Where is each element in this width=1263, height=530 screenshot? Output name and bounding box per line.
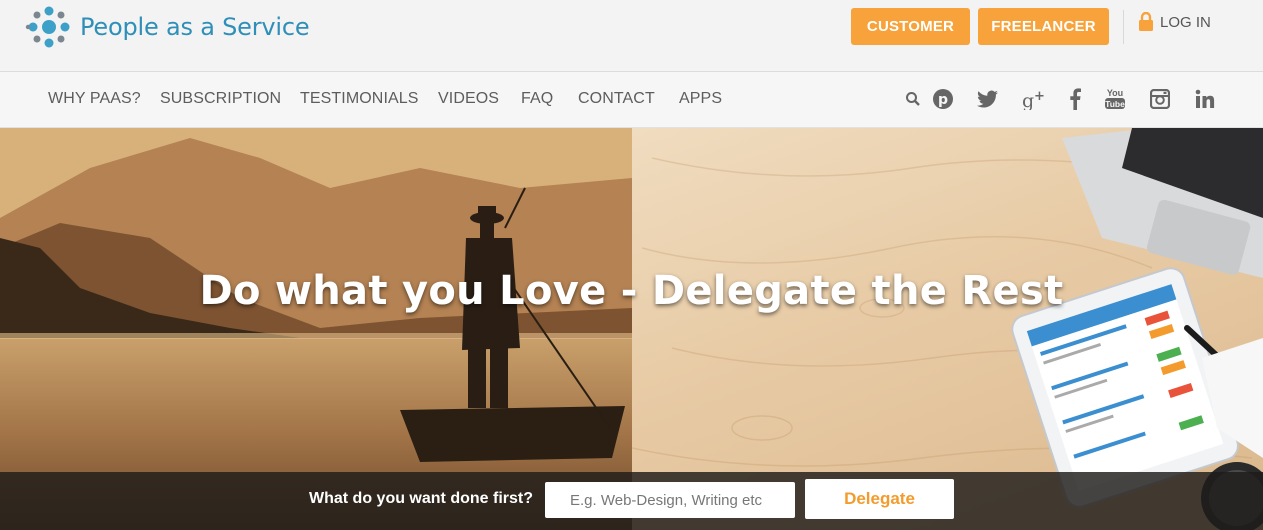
nav-item-contact[interactable]: CONTACT bbox=[578, 90, 655, 108]
login-label: LOG IN bbox=[1160, 13, 1211, 31]
linkedin-icon[interactable] bbox=[1192, 86, 1218, 112]
svg-text:g: g bbox=[1022, 90, 1034, 110]
hero-photo-fisherman-scene bbox=[0, 128, 632, 530]
header-divider bbox=[1123, 10, 1124, 44]
svg-text:+: + bbox=[1034, 89, 1045, 104]
nav-item-faq[interactable]: FAQ bbox=[521, 90, 553, 108]
nav-item-videos[interactable]: VIDEOS bbox=[438, 90, 499, 108]
customer-button[interactable]: CUSTOMER bbox=[851, 8, 970, 45]
top-bar: People as a Service CUSTOMER FREELANCER … bbox=[0, 0, 1263, 72]
nav-item-testimonials[interactable]: TESTIMONIALS bbox=[300, 90, 419, 108]
delegate-prompt: What do you want done first? bbox=[309, 490, 533, 507]
hero-photo-fisherman bbox=[0, 128, 632, 530]
delegate-bar: What do you want done first? Delegate bbox=[0, 472, 1263, 530]
delegate-button[interactable]: Delegate bbox=[805, 479, 954, 519]
twitter-icon[interactable] bbox=[975, 86, 1001, 112]
login-link[interactable]: LOG IN bbox=[1138, 12, 1211, 32]
hero-headline: Do what you Love - Delegate the Rest bbox=[199, 268, 1064, 314]
nav-item-apps[interactable]: APPS bbox=[679, 90, 722, 108]
logo-icon bbox=[25, 6, 70, 48]
brand-name: People as a Service bbox=[80, 13, 310, 41]
nav-item-subscription[interactable]: SUBSCRIPTION bbox=[160, 90, 281, 108]
lock-icon bbox=[1139, 12, 1153, 31]
main-nav: WHY PAAS? SUBSCRIPTION TESTIMONIALS VIDE… bbox=[0, 72, 1263, 128]
task-input[interactable] bbox=[545, 482, 795, 518]
youtube-icon[interactable]: You Tube bbox=[1102, 86, 1128, 112]
hero-photo-desk-scene bbox=[631, 128, 1263, 530]
instagram-icon[interactable] bbox=[1147, 86, 1173, 112]
freelancer-button[interactable]: FREELANCER bbox=[978, 8, 1109, 45]
svg-text:Tube: Tube bbox=[1105, 99, 1125, 109]
facebook-icon[interactable] bbox=[1062, 86, 1088, 112]
hero-banner: Do what you Love - Delegate the Rest Wha… bbox=[0, 128, 1263, 530]
svg-text:p: p bbox=[938, 92, 948, 108]
google-plus-icon[interactable]: g + bbox=[1021, 86, 1047, 112]
search-icon[interactable] bbox=[900, 86, 926, 112]
brand-logo[interactable]: People as a Service bbox=[24, 4, 310, 50]
hero-photo-desk bbox=[631, 128, 1263, 530]
svg-text:You: You bbox=[1107, 88, 1123, 98]
nav-item-why-paas[interactable]: WHY PAAS? bbox=[48, 90, 141, 108]
pinterest-icon[interactable]: p bbox=[930, 86, 956, 112]
